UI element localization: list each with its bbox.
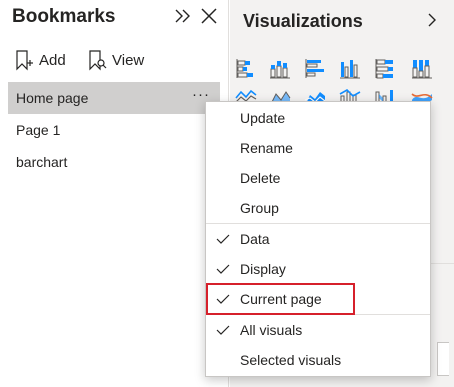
bookmark-item-label: Page 1 (16, 122, 61, 138)
menu-item-selected-visuals[interactable]: Selected visuals (206, 345, 430, 375)
stacked-column-chart-icon[interactable] (268, 57, 292, 81)
bookmark-item-barchart[interactable]: barchart (8, 146, 220, 178)
menu-item-display[interactable]: Display (206, 254, 430, 284)
field-well-box[interactable] (437, 342, 449, 376)
menu-item-label: Display (240, 261, 286, 277)
menu-item-rename[interactable]: Rename (206, 133, 430, 163)
stacked-bar-chart-icon[interactable] (234, 57, 258, 81)
menu-item-label: Selected visuals (240, 352, 342, 368)
bookmarks-pane: Bookmarks Add View Home page ··· Page 1 … (0, 0, 229, 387)
bookmark-item-label: barchart (16, 154, 68, 170)
current-page-highlight-box (206, 283, 355, 315)
100-stacked-bar-chart-icon[interactable] (373, 57, 397, 81)
bookmark-context-menu: Update Rename Delete Group Data Display … (205, 101, 431, 377)
pane-divider (429, 263, 454, 264)
menu-item-label: Rename (240, 140, 293, 156)
add-bookmark-label: Add (39, 51, 66, 69)
menu-item-label: Delete (240, 170, 281, 186)
menu-item-delete[interactable]: Delete (206, 163, 430, 193)
100-stacked-column-chart-icon[interactable] (410, 57, 434, 81)
menu-item-label: Data (240, 231, 270, 247)
menu-item-all-visuals[interactable]: All visuals (206, 315, 430, 345)
menu-item-label: All visuals (240, 322, 303, 338)
menu-item-data[interactable]: Data (206, 224, 430, 254)
clustered-column-chart-icon[interactable] (338, 57, 362, 81)
checkmark-icon (216, 325, 230, 335)
checkmark-icon (216, 264, 230, 274)
menu-item-label: Group (240, 200, 279, 216)
bookmarks-title: Bookmarks (12, 6, 116, 27)
view-bookmarks-button[interactable]: View (87, 48, 144, 72)
bookmark-item-home-page[interactable]: Home page ··· (8, 82, 220, 114)
add-bookmark-icon (16, 50, 33, 71)
view-bookmarks-label: View (112, 51, 145, 69)
collapse-pane-icon[interactable] (173, 6, 193, 26)
add-bookmark-button[interactable]: Add (14, 48, 66, 72)
chevron-right-icon[interactable] (425, 11, 439, 29)
menu-item-update[interactable]: Update (206, 103, 430, 133)
close-icon[interactable] (200, 6, 218, 26)
menu-item-label: Update (240, 110, 286, 126)
visualizations-title: Visualizations (243, 11, 363, 31)
checkmark-icon (216, 234, 230, 244)
bookmark-item-page-1[interactable]: Page 1 (8, 114, 220, 146)
menu-item-group[interactable]: Group (206, 193, 430, 223)
bookmark-item-label: Home page (16, 90, 89, 106)
clustered-bar-chart-icon[interactable] (303, 57, 327, 81)
view-bookmark-icon (89, 50, 107, 71)
